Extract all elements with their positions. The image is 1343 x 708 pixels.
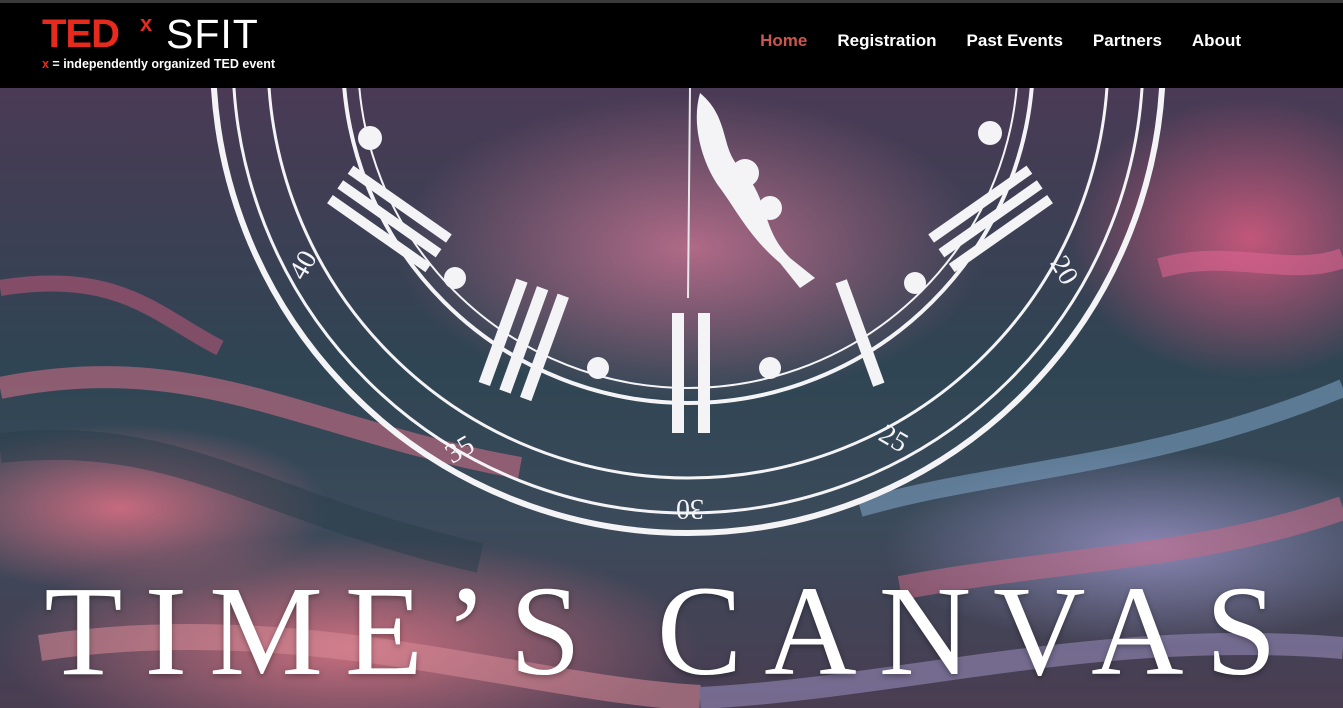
- clock-hand: [687, 88, 815, 299]
- tedx-sfit-logo[interactable]: TED x SFIT x = independently organized T…: [42, 11, 312, 81]
- ring-numeral-25: 25: [874, 418, 914, 459]
- hero-title: TIME’S CANVAS: [44, 560, 1299, 702]
- hero-banner: 40 20 35 25 30 TIME’S CANVAS: [0, 88, 1343, 708]
- logo-x: x: [140, 11, 153, 36]
- ring-numeral-20: 20: [1043, 251, 1084, 291]
- logo-sfit: SFIT: [166, 11, 259, 57]
- nav-home[interactable]: Home: [760, 31, 807, 51]
- main-nav: Home Registration Past Events Partners A…: [760, 31, 1241, 51]
- nav-registration[interactable]: Registration: [837, 31, 936, 51]
- nav-about[interactable]: About: [1192, 31, 1241, 51]
- navbar: TED x SFIT x = independently organized T…: [0, 3, 1343, 88]
- logo-tagline: x = independently organized TED event: [42, 57, 275, 71]
- tagline-x: x: [42, 57, 49, 71]
- ring-numeral-30: 30: [676, 493, 704, 524]
- tagline-text: = independently organized TED event: [48, 57, 276, 71]
- nav-partners[interactable]: Partners: [1093, 31, 1162, 51]
- nav-past-events[interactable]: Past Events: [967, 31, 1063, 51]
- logo-ted: TED: [42, 12, 120, 56]
